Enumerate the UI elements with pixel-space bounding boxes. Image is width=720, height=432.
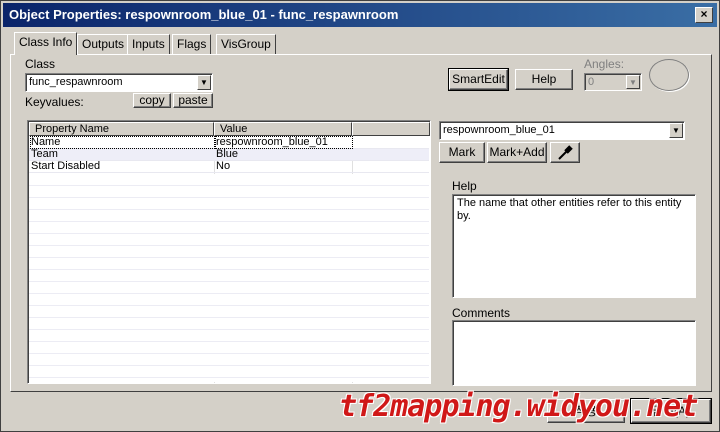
table-row[interactable]: Start Disabled No bbox=[29, 161, 429, 173]
value-select[interactable]: respownroom_blue_01 ▼ bbox=[439, 121, 685, 140]
tab-class-info[interactable]: Class Info bbox=[14, 32, 78, 55]
properties-window: Object Properties: respownroom_blue_01 -… bbox=[0, 0, 720, 432]
mark-button[interactable]: Mark bbox=[439, 142, 485, 163]
class-label: Class bbox=[25, 57, 56, 71]
tab-inputs[interactable]: Inputs bbox=[127, 34, 170, 54]
tab-visgroup[interactable]: VisGroup bbox=[216, 34, 276, 54]
chevron-down-icon[interactable]: ▼ bbox=[626, 75, 640, 89]
eyedropper-button[interactable] bbox=[550, 142, 580, 163]
help-text-box: The name that other entities refer to th… bbox=[452, 194, 696, 298]
close-button[interactable]: × bbox=[695, 7, 713, 23]
class-select[interactable]: func_respawnroom ▼ bbox=[25, 73, 213, 92]
chevron-down-icon[interactable]: ▼ bbox=[669, 123, 683, 138]
smartedit-toggle[interactable]: SmartEdit bbox=[448, 68, 509, 91]
value-select-value: respownroom_blue_01 bbox=[443, 124, 555, 136]
column-header-value[interactable]: Value bbox=[214, 122, 352, 136]
angles-label: Angles: bbox=[584, 57, 625, 71]
copy-button[interactable]: copy bbox=[133, 93, 171, 108]
keyvalues-label: Keyvalues: bbox=[25, 95, 84, 109]
class-select-value: func_respawnroom bbox=[29, 76, 123, 88]
property-value-cell: No bbox=[216, 160, 231, 172]
comments-label: Comments bbox=[452, 306, 511, 320]
column-header-property-name[interactable]: Property Name bbox=[29, 122, 214, 136]
property-name-cell: Team bbox=[31, 148, 58, 160]
property-grid: Property Name Value Name respownroom_blu… bbox=[27, 120, 431, 384]
column-header-extra[interactable] bbox=[352, 122, 430, 136]
window-title: Object Properties: respownroom_blue_01 -… bbox=[9, 7, 399, 22]
comments-input[interactable] bbox=[452, 320, 696, 386]
tab-outputs[interactable]: Outputs bbox=[77, 34, 130, 54]
watermark-text: tf2mapping.widyou.net bbox=[339, 389, 698, 424]
empty-grid-rows bbox=[29, 174, 429, 382]
help-label: Help bbox=[452, 179, 477, 193]
close-icon: × bbox=[700, 7, 708, 21]
title-bar[interactable]: Object Properties: respownroom_blue_01 -… bbox=[3, 3, 717, 27]
property-value-cell: respownroom_blue_01 bbox=[215, 136, 353, 149]
help-text: The name that other entities refer to th… bbox=[457, 197, 682, 222]
angles-select-value: 0 bbox=[588, 76, 595, 88]
angles-select[interactable]: 0 ▼ bbox=[584, 73, 642, 91]
property-name-cell: Name bbox=[30, 136, 215, 149]
tab-flags[interactable]: Flags bbox=[172, 34, 212, 54]
property-name-cell: Start Disabled bbox=[31, 160, 101, 172]
help-button[interactable]: Help bbox=[515, 69, 573, 90]
chevron-down-icon[interactable]: ▼ bbox=[197, 75, 211, 90]
eyedropper-icon bbox=[558, 145, 573, 160]
mark-add-button[interactable]: Mark+Add bbox=[487, 142, 547, 163]
paste-button[interactable]: paste bbox=[173, 93, 213, 108]
property-value-cell: Blue bbox=[216, 148, 239, 160]
angle-dial[interactable] bbox=[649, 59, 689, 91]
